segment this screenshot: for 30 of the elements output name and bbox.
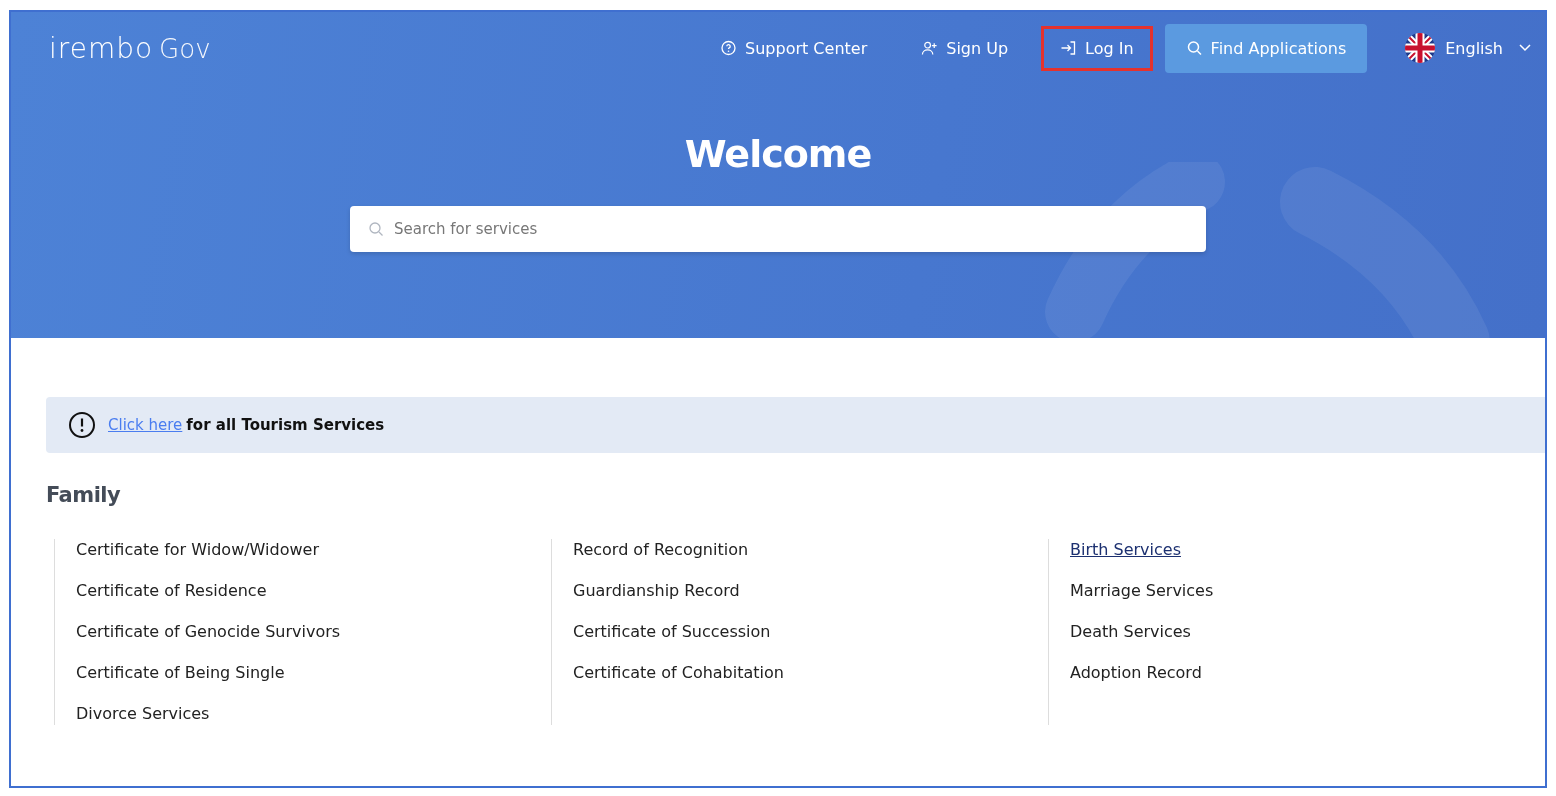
search-field[interactable]: Search for services [350, 206, 1206, 252]
service-link[interactable]: Certificate of Being Single [76, 662, 285, 684]
section-title: Family [46, 483, 122, 507]
nav-link[interactable]: Support Center [699, 23, 889, 73]
service-link[interactable]: Certificate for Widow/Widower [76, 539, 319, 561]
search-icon [368, 221, 384, 237]
flag-icon [1405, 33, 1436, 63]
service-link[interactable]: Certificate of Genocide Survivors [76, 621, 341, 643]
service-link[interactable]: Divorce Services [76, 703, 210, 725]
login-icon [1060, 40, 1078, 56]
add-user-icon [921, 40, 939, 56]
service-link[interactable]: Adoption Record [1070, 662, 1202, 684]
service-link[interactable]: Guardianship Record [573, 580, 740, 602]
service-link[interactable]: Record of Recognition [573, 539, 749, 561]
service-link[interactable]: Certificate of Succession [573, 621, 771, 643]
search-icon [1185, 40, 1203, 56]
notice-text: for all Tourism Services [186, 416, 385, 434]
welcome-heading: Welcome [683, 132, 873, 176]
service-link[interactable]: Birth Services [1070, 539, 1181, 561]
nav-link[interactable]: Log In [1041, 25, 1153, 71]
nav-link[interactable]: Sign Up [900, 23, 1030, 73]
exclamation-circle-icon [68, 411, 96, 439]
service-link[interactable]: Marriage Services [1070, 580, 1214, 602]
service-link[interactable]: Certificate of Residence [76, 580, 267, 602]
language-selector[interactable]: English [1405, 33, 1531, 63]
service-link[interactable]: Certificate of Cohabitation [573, 662, 784, 684]
logo[interactable]: irembo Gov [49, 31, 211, 65]
chevron-down-icon [1519, 44, 1531, 52]
service-link[interactable]: Death Services [1070, 621, 1191, 643]
help-icon [720, 40, 738, 56]
